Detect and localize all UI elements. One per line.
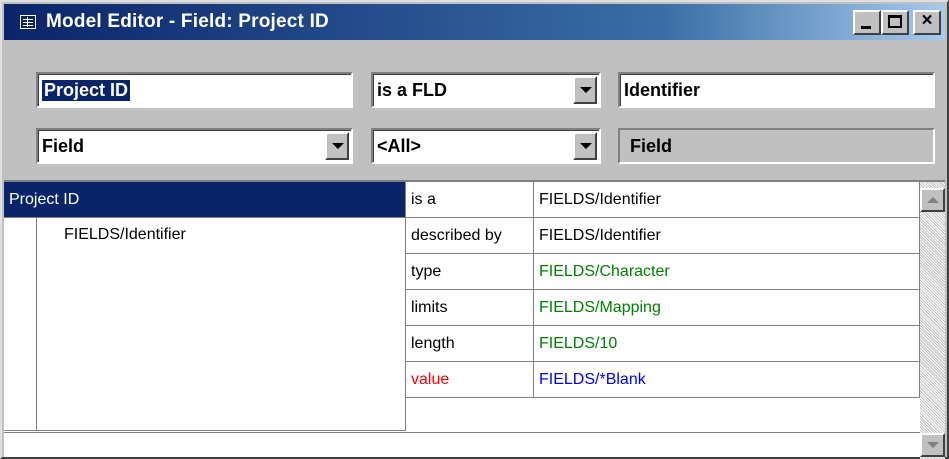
value-label: FIELDS/Identifier bbox=[539, 190, 661, 208]
model-editor-window: Model Editor - Field: Project ID × Proje… bbox=[0, 0, 949, 459]
value-cell[interactable]: FIELDS/*Blank bbox=[534, 362, 920, 398]
kind-dropdown-value: Field bbox=[42, 135, 85, 156]
maximize-button[interactable] bbox=[881, 10, 909, 35]
chevron-down-icon[interactable] bbox=[325, 132, 349, 160]
vertical-scrollbar[interactable] bbox=[920, 182, 945, 459]
relation-label: limits bbox=[411, 298, 448, 316]
name-field-value: Project ID bbox=[42, 79, 131, 101]
window-title: Model Editor - Field: Project ID bbox=[46, 11, 329, 32]
kind-label-box: Field bbox=[618, 128, 935, 164]
value-cell[interactable]: FIELDS/10 bbox=[534, 326, 920, 362]
value-label: FIELDS/Identifier bbox=[539, 226, 661, 244]
value-cell[interactable]: FIELDS/Character bbox=[534, 254, 920, 290]
relation-cell[interactable]: type bbox=[406, 254, 534, 290]
grid-bottom-divider bbox=[4, 432, 920, 433]
relation-dropdown-value: is a FLD bbox=[377, 79, 448, 100]
relation-cell[interactable]: limits bbox=[406, 290, 534, 326]
chevron-down-icon[interactable] bbox=[573, 132, 597, 160]
maximize-icon bbox=[888, 15, 902, 28]
filter-dropdown[interactable]: <All> bbox=[371, 128, 601, 164]
value-cell[interactable]: FIELDS/Mapping bbox=[534, 290, 920, 326]
close-icon: × bbox=[921, 10, 933, 31]
relation-label: type bbox=[411, 262, 442, 280]
value-cell[interactable]: FIELDS/Identifier bbox=[534, 218, 920, 254]
object-name: Project ID bbox=[9, 190, 80, 208]
minimize-icon bbox=[861, 26, 871, 29]
target-field[interactable]: Identifier bbox=[618, 72, 935, 108]
filter-dropdown-value: <All> bbox=[377, 135, 422, 156]
name-field[interactable]: Project ID bbox=[36, 72, 353, 108]
close-button[interactable]: × bbox=[913, 10, 941, 35]
relation-cell[interactable]: length bbox=[406, 326, 534, 362]
kind-dropdown[interactable]: Field bbox=[36, 128, 353, 164]
relation-cell[interactable]: described by bbox=[406, 218, 534, 254]
scroll-up-button[interactable] bbox=[920, 188, 945, 212]
relation-label: length bbox=[411, 334, 455, 352]
tree-indent-line bbox=[36, 218, 37, 430]
window-controls: × bbox=[853, 10, 941, 35]
kind-label-text: Field bbox=[630, 135, 673, 156]
form-window-icon[interactable] bbox=[20, 15, 36, 29]
child-item[interactable]: FIELDS/Identifier bbox=[64, 226, 186, 244]
title-bar[interactable]: Model Editor - Field: Project ID × bbox=[4, 4, 945, 40]
scroll-down-button[interactable] bbox=[920, 433, 945, 457]
minimize-button[interactable] bbox=[853, 10, 881, 35]
header-panel: Project ID is a FLD Identifier Field <Al… bbox=[4, 40, 945, 178]
relation-dropdown[interactable]: is a FLD bbox=[371, 72, 601, 108]
value-label: FIELDS/Character bbox=[539, 262, 670, 280]
value-cell[interactable]: FIELDS/Identifier bbox=[534, 182, 920, 218]
relation-label: value bbox=[411, 370, 450, 388]
object-row-header[interactable]: Project ID bbox=[4, 182, 406, 218]
relations-grid: Project ID FIELDS/Identifier is a FIELDS/… bbox=[4, 180, 945, 459]
relation-cell[interactable]: is a bbox=[406, 182, 534, 218]
relation-cell[interactable]: value bbox=[406, 362, 534, 398]
relation-label: is a bbox=[411, 190, 436, 208]
value-label: FIELDS/*Blank bbox=[539, 370, 646, 388]
value-label: FIELDS/Mapping bbox=[539, 298, 661, 316]
target-field-value: Identifier bbox=[624, 79, 701, 100]
child-items-column: FIELDS/Identifier bbox=[4, 218, 406, 431]
relation-label: described by bbox=[411, 226, 502, 244]
chevron-down-icon[interactable] bbox=[573, 76, 597, 104]
value-label: FIELDS/10 bbox=[539, 334, 618, 352]
